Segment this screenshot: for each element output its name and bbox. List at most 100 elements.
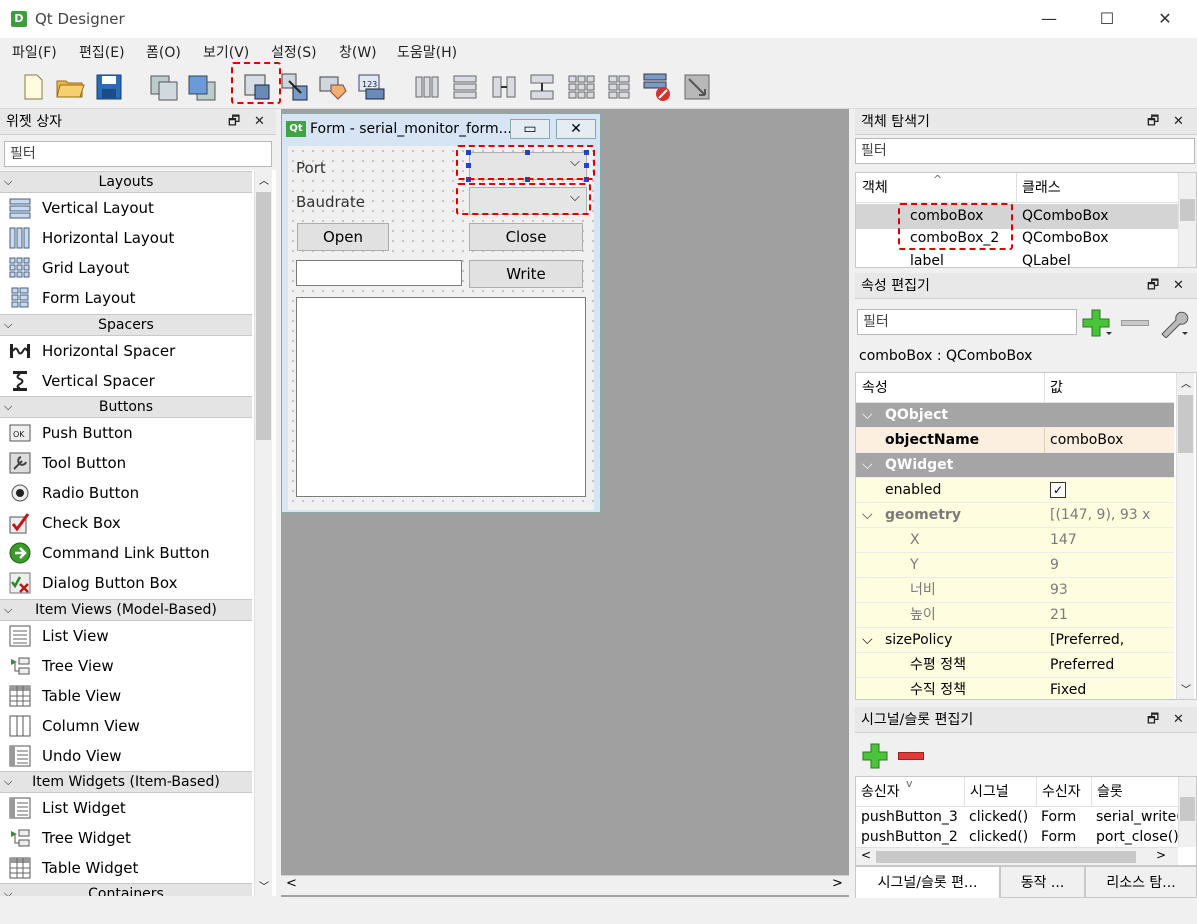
widget-table-widget[interactable]: Table Widget <box>0 853 252 883</box>
col-class[interactable]: 클래스 <box>1016 173 1061 203</box>
connection-v-scrollbar[interactable] <box>1178 777 1196 847</box>
new-file-icon[interactable] <box>17 71 49 103</box>
float-icon[interactable]: 🗗 <box>228 109 240 135</box>
edit-signals-slots-icon[interactable] <box>279 71 311 103</box>
widget-command-link-button[interactable]: Command Link Button <box>0 538 252 568</box>
widget-horizontal-spacer[interactable]: Horizontal Spacer <box>0 336 252 366</box>
close-icon[interactable]: ✕ <box>1173 109 1184 135</box>
tab-action[interactable]: 동작 ... <box>1000 866 1085 898</box>
menu-window[interactable]: 창(W) <box>339 42 377 62</box>
col-slot[interactable]: 슬롯 <box>1091 777 1123 807</box>
layout-v-splitter-icon[interactable] <box>526 71 558 103</box>
form-close-button[interactable]: ✕ <box>556 119 596 139</box>
widget-check-box[interactable]: Check Box <box>0 508 252 538</box>
widget-form-layout[interactable]: Form Layout <box>0 283 252 313</box>
menu-view[interactable]: 보기(V) <box>203 42 249 62</box>
close-icon[interactable]: ✕ <box>1173 273 1184 299</box>
object-row[interactable]: label QLabel <box>856 249 1178 267</box>
col-signal[interactable]: 시그널 <box>964 777 1009 807</box>
scroll-thumb[interactable] <box>1178 395 1193 453</box>
layout-vertically-icon[interactable] <box>449 71 481 103</box>
connection-row[interactable]: pushButton_2 clicked() Form port_close() <box>856 827 1179 847</box>
float-icon[interactable]: 🗗 <box>1147 273 1159 299</box>
tab-resource[interactable]: 리소스 탐... <box>1085 866 1197 898</box>
tab-signal-slot[interactable]: 시그널/슬롯 편... <box>855 866 1000 898</box>
category-buttons[interactable]: ⌵ Buttons <box>0 396 252 418</box>
write-line-edit[interactable] <box>296 260 462 286</box>
widget-list-widget[interactable]: List Widget <box>0 793 252 823</box>
layout-horizontally-icon[interactable] <box>411 71 443 103</box>
scroll-thumb[interactable] <box>876 851 1136 863</box>
category-containers[interactable]: ⌵ Containers <box>0 883 252 896</box>
remove-property-icon[interactable] <box>1121 320 1149 326</box>
close-icon[interactable]: ✕ <box>254 109 265 135</box>
widget-box-filter[interactable]: 필터 <box>4 141 272 167</box>
property-row[interactable]: enabled ✓ <box>856 478 1174 503</box>
add-property-icon[interactable] <box>1081 308 1113 338</box>
configure-wrench-icon[interactable] <box>1158 308 1190 338</box>
add-connection-icon[interactable] <box>861 742 889 770</box>
widget-tool-button[interactable]: Tool Button <box>0 448 252 478</box>
scroll-thumb[interactable] <box>1180 797 1195 821</box>
property-row[interactable]: ⌵sizePolicy[Preferred, Fixed... <box>856 628 1174 673</box>
adjust-size-icon[interactable] <box>681 71 713 103</box>
col-value[interactable]: 값 <box>1044 373 1063 403</box>
edit-buddies-icon[interactable] <box>317 71 349 103</box>
close-button[interactable]: Close <box>469 223 583 251</box>
property-row[interactable]: Y9 <box>856 553 1174 578</box>
widget-tree-view[interactable]: Tree View <box>0 651 252 681</box>
menu-settings[interactable]: 설정(S) <box>271 42 317 62</box>
form-minimize-button[interactable]: ▭ <box>510 119 550 139</box>
write-button[interactable]: Write <box>469 260 583 288</box>
mdi-h-scrollbar[interactable]: < > <box>281 875 849 895</box>
float-icon[interactable]: 🗗 <box>1147 707 1159 733</box>
maximize-button[interactable]: ☐ <box>1084 0 1130 38</box>
col-sender[interactable]: 송신자 <box>861 777 900 807</box>
widget-horizontal-layout[interactable]: Horizontal Layout <box>0 223 252 253</box>
scroll-thumb[interactable] <box>256 192 271 440</box>
property-group-qobject[interactable]: ⌵ QObject <box>856 403 1174 428</box>
remove-connection-icon[interactable] <box>898 752 924 760</box>
widget-vertical-spacer[interactable]: Vertical Spacer <box>0 366 252 396</box>
scroll-up-icon[interactable]: ︿ <box>1181 375 1191 390</box>
property-row[interactable]: 높이 21 <box>856 603 1174 628</box>
category-spacers[interactable]: ⌵ Spacers <box>0 314 252 336</box>
property-filter[interactable]: 필터 <box>857 309 1077 335</box>
scroll-left-icon[interactable]: < <box>861 848 871 862</box>
close-window-button[interactable]: ✕ <box>1142 0 1188 38</box>
scroll-right-icon[interactable]: > <box>1156 848 1166 862</box>
output-text-edit[interactable] <box>296 297 586 497</box>
menu-form[interactable]: 폼(O) <box>146 42 181 62</box>
widget-tree-widget[interactable]: Tree Widget <box>0 823 252 853</box>
property-row[interactable]: 수평 정책 Preferred <box>856 653 1174 678</box>
category-item-views[interactable]: ⌵ Item Views (Model-Based) <box>0 599 252 621</box>
minimize-button[interactable]: — <box>1026 0 1072 38</box>
category-item-widgets[interactable]: ⌵ Item Widgets (Item-Based) <box>0 771 252 793</box>
layout-grid-icon[interactable] <box>565 71 597 103</box>
float-icon[interactable]: 🗗 <box>1147 109 1159 135</box>
save-icon[interactable] <box>93 71 125 103</box>
enabled-checkbox[interactable]: ✓ <box>1050 482 1066 498</box>
scroll-down-icon[interactable]: ﹀ <box>1181 681 1191 696</box>
property-row[interactable]: ⌵geometry[(147, 9), 93 x 21] <box>856 503 1174 548</box>
widget-table-view[interactable]: Table View <box>0 681 252 711</box>
open-button[interactable]: Open <box>297 223 389 251</box>
scroll-down-icon[interactable]: ﹀ <box>259 878 269 893</box>
menu-edit[interactable]: 편집(E) <box>79 42 125 62</box>
property-group-qwidget[interactable]: ⌵ QWidget <box>856 453 1174 478</box>
widget-vertical-layout[interactable]: Vertical Layout <box>0 193 252 223</box>
object-inspector-filter[interactable]: 필터 <box>855 138 1195 164</box>
scroll-right-icon[interactable]: > <box>832 876 843 891</box>
scroll-thumb[interactable] <box>1180 199 1195 221</box>
object-tree-scrollbar[interactable] <box>1178 173 1196 267</box>
col-object[interactable]: 객체 <box>862 173 888 203</box>
property-scrollbar[interactable]: ︿ ﹀ <box>1176 373 1194 699</box>
widget-undo-view[interactable]: Undo View <box>0 741 252 771</box>
baudrate-label[interactable]: Baudrate <box>296 193 365 211</box>
layout-h-splitter-icon[interactable] <box>488 71 520 103</box>
menu-help[interactable]: 도움말(H) <box>397 42 457 62</box>
connection-row[interactable]: pushButton_3 clicked() Form serial_write( <box>856 807 1182 827</box>
scroll-up-icon[interactable]: ︿ <box>259 172 269 187</box>
property-row[interactable]: 너비 93 <box>856 578 1174 603</box>
category-layouts[interactable]: ⌵ Layouts <box>0 171 252 193</box>
